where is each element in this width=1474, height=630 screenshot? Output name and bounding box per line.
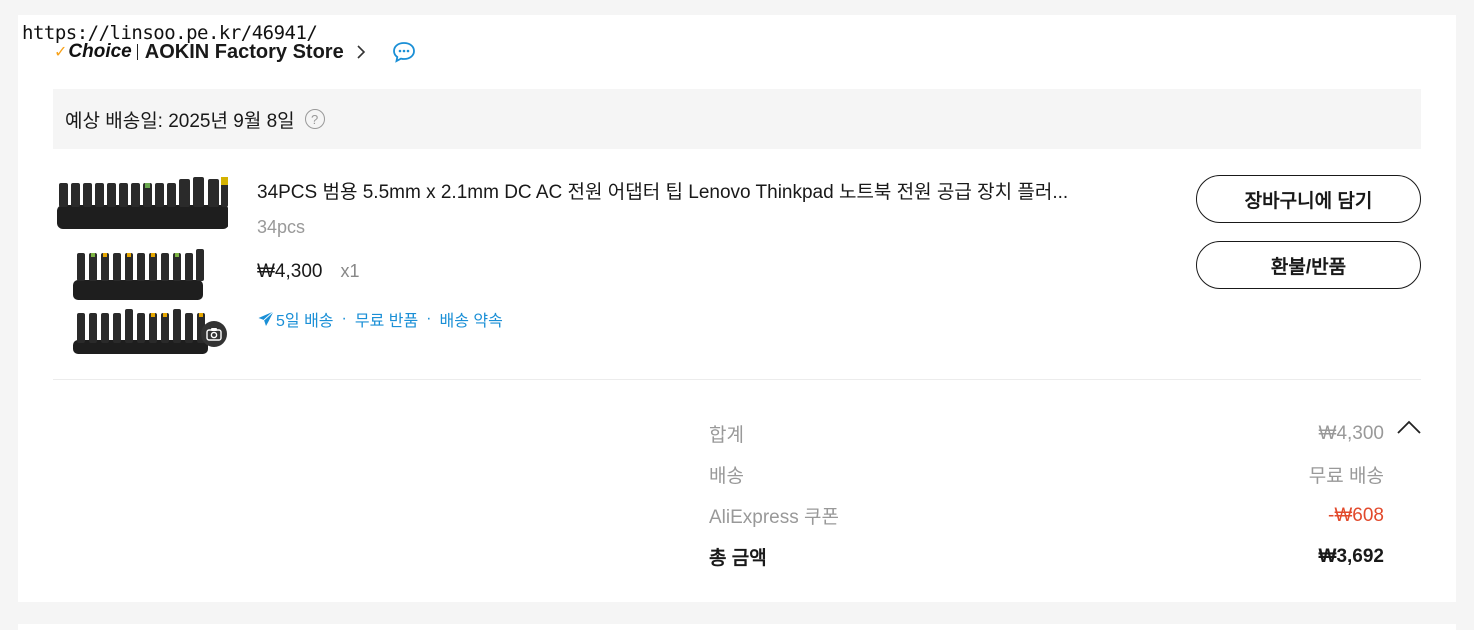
- chevron-up-icon[interactable]: [1396, 419, 1422, 435]
- product-title[interactable]: 34PCS 범용 5.5mm x 2.1mm DC AC 전원 어댑터 팁 Le…: [257, 177, 1147, 204]
- next-card: [18, 624, 1456, 630]
- help-icon[interactable]: ?: [304, 109, 325, 129]
- shipping-promises[interactable]: 5일 배송 · 무료 반품 · 배송 약속: [257, 307, 503, 331]
- refund-return-button[interactable]: 환불/반품: [1196, 241, 1421, 289]
- shipping-value: 무료 배송: [1308, 466, 1384, 487]
- chat-icon[interactable]: [392, 41, 416, 63]
- badge-separator: [136, 44, 138, 60]
- product-variant: 34pcs: [257, 217, 306, 237]
- total-label: 총 금액: [709, 548, 767, 569]
- delivery-estimate: 예상 배송일: 2025년 9월 8일: [65, 110, 295, 132]
- choice-badge: ✓ Choice: [54, 41, 132, 63]
- shipping-days: 5일 배송: [276, 313, 334, 330]
- shipping-separator: ·: [426, 310, 432, 327]
- airplane-icon: [258, 311, 274, 326]
- camera-icon[interactable]: [201, 321, 227, 347]
- subtotal-label: 합계: [709, 425, 744, 446]
- section-divider: [53, 379, 1421, 380]
- summary-row-total: 총 금액 ₩3,692: [709, 536, 1384, 577]
- total-value: ₩3,692: [1318, 545, 1384, 567]
- subtotal-value: ₩4,300: [1318, 422, 1384, 444]
- coupon-label: AliExpress 쿠폰: [709, 507, 839, 528]
- price-summary: 합계 ₩4,300 배송 무료 배송 AliExpress 쿠폰 -₩608 총…: [709, 413, 1384, 577]
- shipping-label: 배송: [709, 466, 744, 487]
- summary-row-subtotal: 합계 ₩4,300: [709, 413, 1384, 454]
- check-icon: ✓: [54, 44, 68, 61]
- product-quantity: x1: [340, 261, 360, 281]
- delivery-estimate-bar: 예상 배송일: 2025년 9월 8일 ?: [53, 89, 1421, 149]
- choice-label: Choice: [68, 41, 132, 62]
- price-row: ₩4,300 x1: [257, 261, 360, 283]
- product-price: ₩4,300: [257, 261, 323, 282]
- add-to-cart-button[interactable]: 장바구니에 담기: [1196, 175, 1421, 223]
- summary-row-coupon: AliExpress 쿠폰 -₩608: [709, 495, 1384, 536]
- coupon-value: -₩608: [1328, 504, 1384, 526]
- watermark-url: https://linsoo.pe.kr/46941/: [22, 22, 318, 44]
- order-card: ✓ Choice AOKIN Factory Store 예상 배송일: 202…: [18, 15, 1456, 602]
- delivery-promise: 배송 약속: [439, 313, 503, 330]
- free-return: 무료 반품: [354, 313, 419, 330]
- chevron-right-icon[interactable]: [356, 45, 366, 59]
- shipping-separator: ·: [341, 310, 347, 327]
- summary-row-shipping: 배송 무료 배송: [709, 454, 1384, 495]
